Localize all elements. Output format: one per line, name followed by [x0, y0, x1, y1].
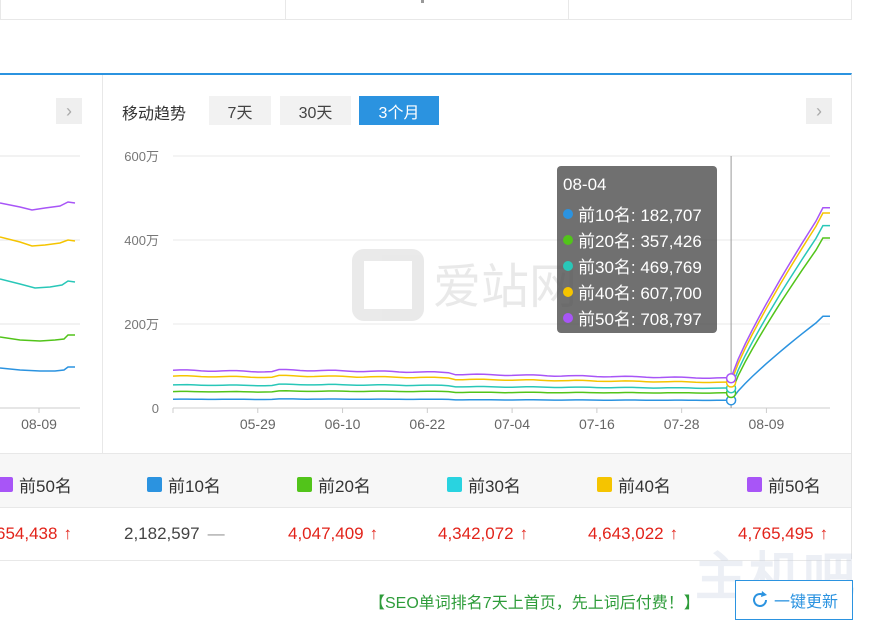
- table-divider: [285, 0, 286, 20]
- x-tick-label: 06-10: [325, 416, 361, 432]
- value-number: 4,643,022: [588, 524, 664, 543]
- flat-dash-icon: —: [207, 524, 225, 543]
- tooltip-row-text: 前50名: 708,797: [578, 310, 702, 329]
- tooltip-row-text: 前10名: 182,707: [578, 206, 702, 225]
- value-cell-partial: 654,438 ↑: [0, 524, 72, 544]
- update-button-label: 一键更新: [773, 594, 838, 611]
- table-divider: [568, 0, 569, 20]
- up-arrow-icon: ↑: [369, 524, 379, 543]
- legend-swatch: [597, 477, 612, 492]
- tooltip-dot: [563, 286, 573, 297]
- legend-item-20[interactable]: 前20名: [297, 472, 371, 497]
- tooltip-row: 前30名: 469,769: [563, 253, 702, 278]
- y-tick-label: 0: [152, 401, 159, 416]
- trend-chart: 0 200万 400万 600万 爱站网 05-29 06-10 06-22 07-04 07…: [124, 149, 830, 432]
- legend-swatch: [447, 477, 462, 492]
- y-tick-label: 600万: [124, 149, 159, 164]
- x-tick-label: 08-09: [749, 416, 785, 432]
- left-x-tick-label: 08-09: [21, 416, 57, 432]
- left-series-line-10: [0, 366, 75, 372]
- legend-swatch: [0, 477, 13, 492]
- left-series-line-40: [0, 236, 76, 247]
- legend-label: 前50名: [768, 477, 821, 496]
- left-series-line-20: [0, 334, 75, 342]
- up-arrow-icon: ↑: [669, 524, 679, 543]
- value-number: 4,047,409: [288, 524, 364, 543]
- top-table: [0, 0, 852, 20]
- table-mark: [421, 0, 424, 3]
- value-number: 2,182,597: [124, 524, 200, 543]
- left-panel: › 08-09: [0, 75, 103, 453]
- promo-link[interactable]: 【SEO单词排名7天上首页，先上词后付费！】: [369, 589, 700, 613]
- tooltip-dot: [563, 234, 573, 245]
- left-series-line-30: [0, 278, 76, 289]
- one-click-update-button[interactable]: 一键更新: [735, 580, 853, 620]
- legend-item-30[interactable]: 前30名: [447, 472, 521, 497]
- tooltip-dot: [563, 208, 573, 219]
- tooltip-dot: [563, 312, 573, 323]
- left-series-line-50: [0, 201, 76, 211]
- legend-item-10[interactable]: 前10名: [147, 472, 221, 497]
- watermark-logo-icon: [352, 249, 424, 321]
- x-tick-label: 07-16: [579, 416, 615, 432]
- legend-swatch: [747, 477, 762, 492]
- legend-label: 前10名: [168, 477, 221, 496]
- tooltip-row-text: 前40名: 607,700: [578, 284, 702, 303]
- watermark-text: 爱站网: [433, 261, 577, 314]
- hover-point-50: [725, 372, 737, 384]
- y-tick-label: 200万: [124, 317, 159, 332]
- legend-label: 前30名: [468, 477, 521, 496]
- legend-row: 前50名 前10名 前20名 前30名 前40名 前50名: [0, 453, 851, 508]
- chart-watermark: 爱站网: [352, 249, 577, 321]
- value-number: 654,438: [0, 524, 58, 543]
- tooltip-dot: [563, 260, 573, 271]
- up-arrow-icon: ↑: [63, 524, 72, 543]
- x-tick-label: 07-28: [664, 416, 700, 432]
- legend-label: 前20名: [318, 477, 371, 496]
- tooltip-row-text: 前30名: 469,769: [578, 258, 702, 277]
- tooltip-date: 08-04: [563, 175, 607, 194]
- legend-item-50[interactable]: 前50名: [747, 472, 821, 497]
- tooltip-row-text: 前20名: 357,426: [578, 232, 702, 251]
- legend-item-partial-50[interactable]: 前50名: [0, 472, 72, 497]
- value-cell-20: 4,047,409 ↑: [288, 524, 378, 544]
- legend-label: 前40名: [618, 477, 671, 496]
- tooltip-row: 前10名: 182,707: [563, 201, 702, 226]
- x-tick-label: 07-04: [494, 416, 530, 432]
- value-number: 4,342,072: [438, 524, 514, 543]
- legend-label: 前50名: [19, 477, 72, 496]
- legend-item-40[interactable]: 前40名: [597, 472, 671, 497]
- trend-card: › 08-09 移动趋势 7天 30天 3个月 › 0 200万 400万 600万: [0, 73, 852, 561]
- y-tick-label: 400万: [124, 233, 159, 248]
- legend-swatch: [147, 477, 162, 492]
- legend-swatch: [297, 477, 312, 492]
- up-arrow-icon: ↑: [519, 524, 529, 543]
- x-tick-label: 06-22: [409, 416, 445, 432]
- tooltip-row: 前50名: 708,797: [563, 305, 702, 330]
- tooltip-row: 前40名: 607,700: [563, 279, 702, 304]
- value-cell-30: 4,342,072 ↑: [438, 524, 528, 544]
- chart-tooltip: 08-04 前10名: 182,707 前20名: 357,426 前30名: 46…: [557, 166, 717, 333]
- value-cell-40: 4,643,022 ↑: [588, 524, 678, 544]
- value-cell-10: 2,182,597 —: [124, 524, 225, 544]
- left-mini-chart: 08-09: [0, 155, 80, 432]
- tooltip-row: 前20名: 357,426: [563, 227, 702, 252]
- refresh-icon: [753, 591, 767, 607]
- x-tick-label: 05-29: [240, 416, 276, 432]
